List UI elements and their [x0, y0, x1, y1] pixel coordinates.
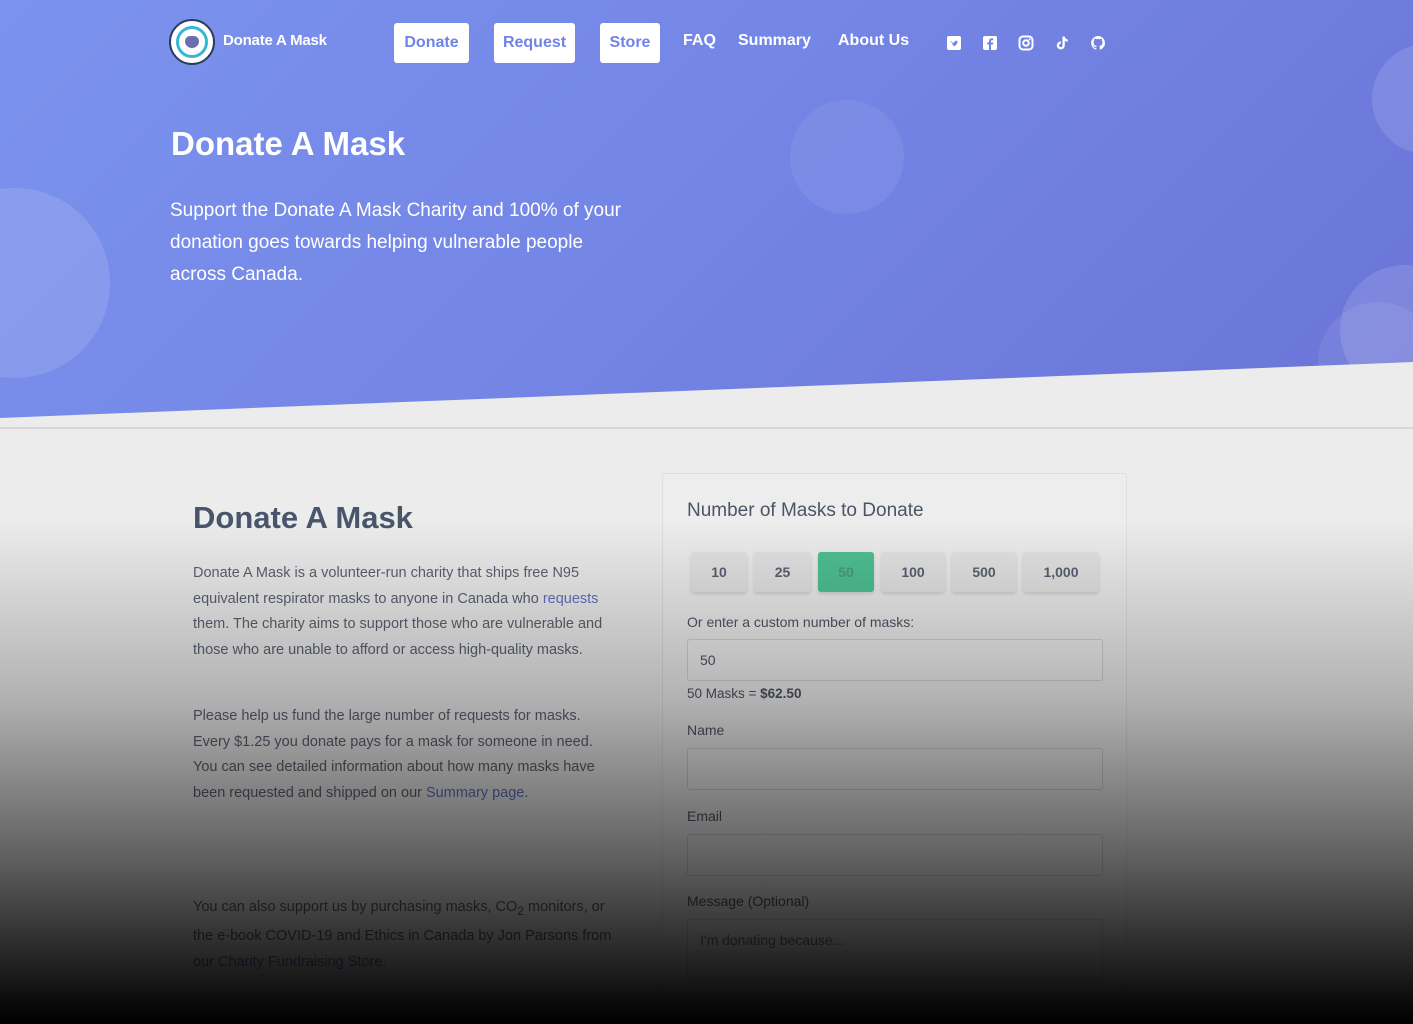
- name-label: Name: [687, 722, 725, 738]
- hero-subtitle: Support the Donate A Mask Charity and 10…: [170, 200, 621, 285]
- qty-option-10[interactable]: 10: [691, 552, 747, 592]
- content-title: Donate A Mask: [193, 500, 413, 535]
- brand-name[interactable]: Donate A Mask: [223, 32, 327, 49]
- message-label: Message (Optional): [687, 893, 810, 909]
- tiktok-icon[interactable]: [1053, 34, 1071, 52]
- custom-qty-label: Or enter a custom number of masks:: [687, 614, 915, 630]
- qty-option-1000[interactable]: 1,000: [1023, 552, 1099, 592]
- requests-link[interactable]: requests: [543, 591, 599, 607]
- funding-paragraph: Please help us fund the large number of …: [193, 708, 595, 801]
- email-label: Email: [687, 808, 723, 824]
- summary-page-link[interactable]: Summary page: [426, 785, 524, 801]
- custom-qty-input[interactable]: [687, 639, 1103, 681]
- message-field[interactable]: [687, 919, 1103, 979]
- intro-paragraph: Donate A Mask is a volunteer-run charity…: [193, 565, 603, 658]
- github-icon[interactable]: [1089, 34, 1107, 52]
- top-navbar: Donate A Mask Donate Request Store FAQ S…: [0, 0, 1413, 90]
- form-title: Number of Masks to Donate: [687, 500, 924, 521]
- name-field[interactable]: [687, 748, 1103, 790]
- decorative-bubble: [790, 100, 904, 214]
- nav-donate-button[interactable]: Donate: [394, 23, 469, 63]
- decorative-bubble: [1318, 302, 1413, 418]
- qty-option-25[interactable]: 25: [754, 552, 811, 592]
- qty-option-500[interactable]: 500: [952, 552, 1016, 592]
- section-divider: [0, 427, 1413, 429]
- facebook-icon[interactable]: [981, 34, 999, 52]
- nav-about-link[interactable]: About Us: [838, 32, 909, 50]
- decorative-bubble: [0, 188, 110, 378]
- instagram-icon[interactable]: [1017, 34, 1035, 52]
- nav-summary-link[interactable]: Summary: [738, 32, 811, 50]
- logo-icon[interactable]: [169, 19, 215, 65]
- donation-total: 50 Masks = $62.50: [687, 686, 802, 701]
- store-link[interactable]: Charity Fundraising Store: [218, 954, 382, 970]
- nav-store-button[interactable]: Store: [600, 23, 660, 63]
- nav-request-button[interactable]: Request: [494, 23, 575, 63]
- store-paragraph: You can also support us by purchasing ma…: [193, 899, 612, 970]
- qty-option-50-selected[interactable]: 50: [818, 552, 874, 592]
- nav-faq-link[interactable]: FAQ: [683, 32, 716, 50]
- qty-option-100[interactable]: 100: [881, 552, 945, 592]
- email-field[interactable]: [687, 834, 1103, 876]
- hero-title: Donate A Mask: [171, 125, 406, 162]
- twitter-icon[interactable]: [945, 34, 963, 52]
